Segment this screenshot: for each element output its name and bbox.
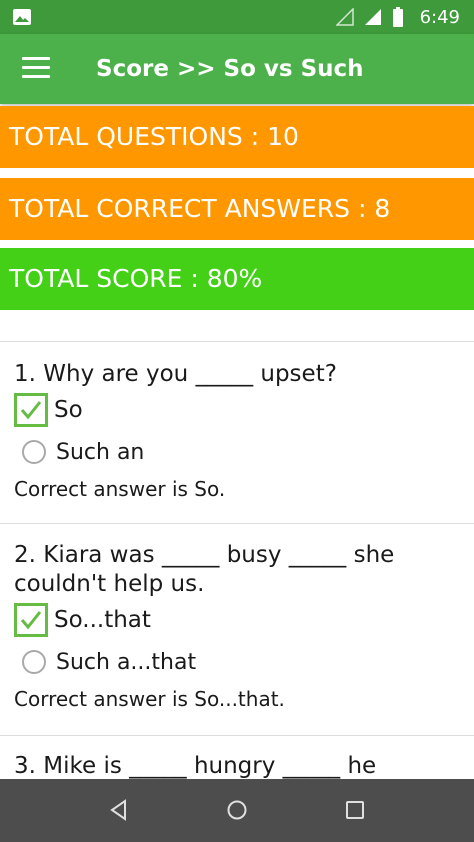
total-score-banner: TOTAL SCORE : 80% (0, 248, 474, 310)
option-label: So...that (54, 607, 151, 633)
option-unchecked[interactable]: Such a...that (0, 641, 474, 683)
navigation-bar (0, 779, 474, 842)
question-card: 1. Why are you _____ upset? So Such an C… (0, 360, 474, 503)
question-card: 3. Mike is _____ hungry _____ he (0, 752, 474, 781)
recents-icon[interactable] (344, 799, 366, 821)
hamburger-menu-icon[interactable] (22, 57, 50, 81)
battery-icon (392, 7, 403, 27)
checkbox-checked[interactable] (14, 393, 48, 427)
option-label: Such a...that (56, 649, 197, 675)
option-checked[interactable]: So (0, 389, 474, 431)
question-text: 3. Mike is _____ hungry _____ he (14, 753, 377, 779)
app-bar: Score >> So vs Such (0, 34, 474, 104)
option-label: Such an (56, 439, 145, 465)
clock: 6:49 (419, 6, 460, 28)
divider (0, 341, 474, 342)
divider (0, 523, 474, 524)
option-checked[interactable]: So...that (0, 599, 474, 641)
checkbox-checked[interactable] (14, 603, 48, 637)
total-questions-banner: TOTAL QUESTIONS : 10 (0, 106, 474, 168)
status-bar: 6:49 (0, 0, 474, 34)
question-text: 2. Kiara was _____ busy _____ she couldn… (14, 542, 395, 597)
page-title: Score >> So vs Such (96, 56, 364, 82)
radio-button[interactable] (22, 650, 46, 674)
signal-empty-icon (335, 8, 354, 26)
home-icon[interactable] (226, 799, 248, 821)
question-text: 1. Why are you _____ upset? (14, 361, 337, 387)
option-unchecked[interactable]: Such an (0, 431, 474, 473)
question-card: 2. Kiara was _____ busy _____ she couldn… (0, 541, 474, 713)
total-correct-banner: TOTAL CORRECT ANSWERS : 8 (0, 178, 474, 240)
divider (0, 735, 474, 736)
image-icon (13, 9, 31, 25)
checkmark-icon (20, 401, 42, 420)
checkmark-icon (20, 611, 42, 630)
back-icon[interactable] (108, 799, 130, 821)
signal-icon (364, 9, 381, 25)
option-label: So (54, 397, 83, 423)
correct-answer-text: Correct answer is So...that. (14, 687, 285, 711)
radio-button[interactable] (22, 440, 46, 464)
correct-answer-text: Correct answer is So. (14, 477, 226, 501)
